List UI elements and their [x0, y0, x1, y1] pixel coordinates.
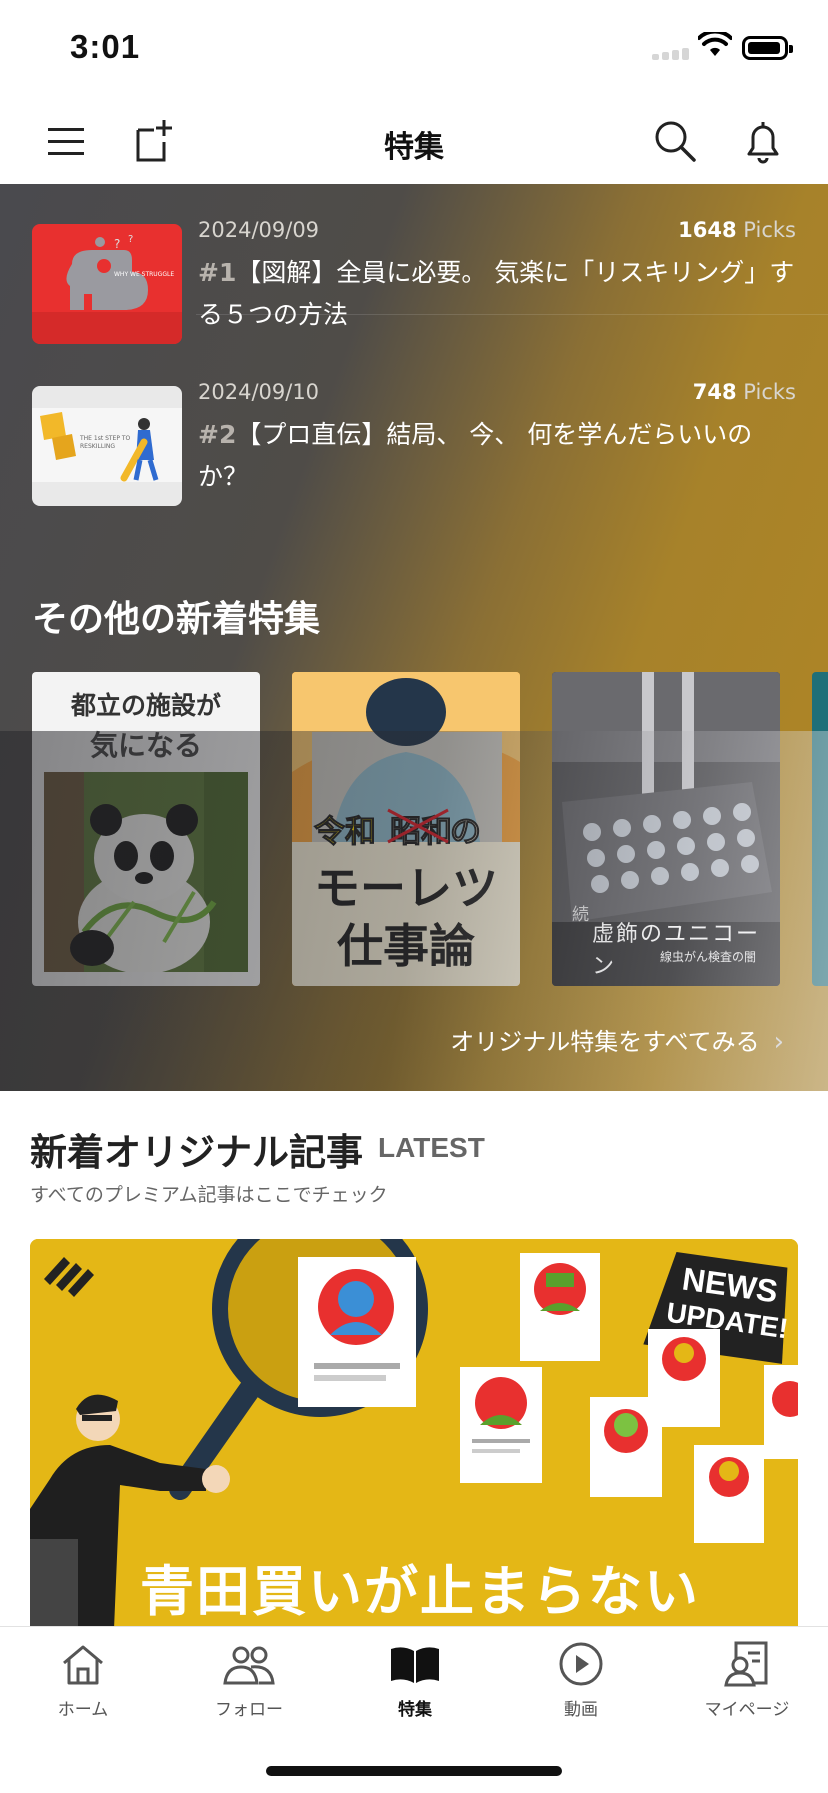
- card-headline-line1: モーレツ: [314, 861, 498, 915]
- see-all-label: オリジナル特集をすべてみる: [450, 1028, 760, 1056]
- see-all-features-link[interactable]: オリジナル特集をすべてみる ›: [450, 1022, 784, 1057]
- svg-text:?: ?: [114, 237, 120, 251]
- tab-features[interactable]: 特集: [332, 1639, 498, 1739]
- ranking-headline: #2【プロ直伝】結局、 今、 何を学んだらいいのか？: [198, 414, 796, 498]
- chevron-right-icon: ›: [773, 1027, 784, 1057]
- svg-text:RESKILLING: RESKILLING: [80, 443, 115, 450]
- rank-number: #1: [198, 258, 237, 287]
- card-headline-line1: 都立の施設が: [70, 691, 221, 720]
- tab-label: 特集: [398, 1700, 432, 1720]
- featured-ranking-section: ? ? WHY WE STRUGGLE 2024/09/09 1648 Pick…: [0, 184, 828, 1091]
- ranking-divider: [196, 314, 828, 315]
- card-headline-line2: 線虫がん検査の闇: [660, 950, 757, 964]
- book-icon: [391, 1647, 439, 1683]
- tab-label: 動画: [564, 1700, 598, 1720]
- status-bar: 3:01: [0, 0, 828, 100]
- card-tag-reiwa: 令和: [314, 814, 377, 851]
- latest-section-title: 新着オリジナル記事: [30, 1131, 363, 1174]
- tab-label: ホーム: [57, 1700, 109, 1720]
- card-tag-no: の: [450, 814, 482, 851]
- ranking-headline: #1【図解】全員に必要。 気楽に「リスキリング」する５つの方法: [198, 252, 796, 336]
- svg-text:WHY WE STRUGGLE: WHY WE STRUGGLE: [114, 271, 174, 278]
- tab-follow[interactable]: フォロー: [166, 1639, 332, 1739]
- ranking-thumbnail-2: THE 1st STEP TO RESKILLING: [32, 386, 182, 506]
- feature-card-moretsu[interactable]: 令和 昭和 の モーレツ 仕事論: [292, 672, 520, 986]
- people-icon: [223, 1646, 275, 1685]
- picks-unit: Picks: [736, 218, 796, 242]
- latest-tag: LATEST: [378, 1132, 485, 1163]
- strike-mark: [387, 808, 449, 844]
- feature-card-carousel[interactable]: 都立の施設が 気になる 令和 昭和 の モーレツ 仕事論 続 虚飾のユニコーン …: [32, 672, 828, 988]
- play-icon: [559, 1642, 603, 1686]
- rank-number: #2: [198, 420, 237, 449]
- tab-label: フォロー: [215, 1700, 283, 1720]
- picks-number: 1648: [678, 218, 737, 242]
- ranking-date: 2024/09/10: [198, 380, 320, 404]
- picks-count: 748 Picks: [693, 380, 796, 404]
- profile-icon: [724, 1641, 768, 1687]
- feature-card-tokyo-facilities[interactable]: 都立の施設が 気になる: [32, 672, 260, 986]
- feature-caption: 青田買いが止まらない: [140, 1560, 700, 1623]
- svg-text:?: ?: [128, 234, 133, 245]
- cellular-signal-icon: [652, 46, 692, 60]
- tab-mypage[interactable]: マイページ: [664, 1639, 828, 1739]
- card-headline-line2: 仕事論: [337, 919, 475, 973]
- bell-icon[interactable]: [738, 116, 788, 166]
- card-series-mark: 続: [572, 905, 589, 925]
- tab-label: マイページ: [704, 1700, 790, 1720]
- tab-home[interactable]: ホーム: [0, 1639, 166, 1739]
- other-features-title: その他の新着特集: [32, 599, 321, 640]
- battery-icon: [742, 36, 793, 60]
- picks-unit: Picks: [736, 380, 796, 404]
- picks-number: 748: [692, 380, 737, 404]
- feature-card-unicorn[interactable]: 続 虚飾のユニコーン 線虫がん検査の闇: [552, 672, 780, 986]
- card-headline-line2: 気になる: [89, 729, 202, 762]
- ranking-date: 2024/09/09: [198, 218, 320, 242]
- ranking-item-1[interactable]: ? ? WHY WE STRUGGLE 2024/09/09 1648 Pick…: [32, 208, 796, 350]
- svg-text:THE 1st STEP TO: THE 1st STEP TO: [79, 435, 131, 442]
- ranking-title: 【図解】全員に必要。 気楽に「リスキリング」する５つの方法: [198, 258, 795, 329]
- ranking-title: 【プロ直伝】結局、 今、 何を学んだらいいのか？: [198, 420, 753, 491]
- ranking-item-2[interactable]: THE 1st STEP TO RESKILLING 2024/09/10 74…: [32, 370, 796, 512]
- ranking-thumbnail-1: ? ? WHY WE STRUGGLE: [32, 224, 182, 344]
- status-time: 3:01: [70, 28, 141, 65]
- home-icon: [63, 1645, 103, 1685]
- search-icon[interactable]: [650, 116, 700, 166]
- picks-count: 1648 Picks: [678, 218, 796, 242]
- latest-feature-banner[interactable]: NEWS UPDATE! 青田買いが止まらない: [30, 1239, 798, 1629]
- wifi-icon: [698, 32, 732, 56]
- page-title: 特集: [384, 130, 444, 165]
- top-nav-bar: 特集: [0, 100, 828, 185]
- feature-card-partial[interactable]: [812, 672, 828, 986]
- panda-photo: [44, 772, 248, 972]
- tab-video[interactable]: 動画: [498, 1639, 664, 1739]
- latest-section-subtitle: すべてのプレミアム記事はここでチェック: [30, 1184, 388, 1206]
- home-indicator[interactable]: [266, 1766, 562, 1776]
